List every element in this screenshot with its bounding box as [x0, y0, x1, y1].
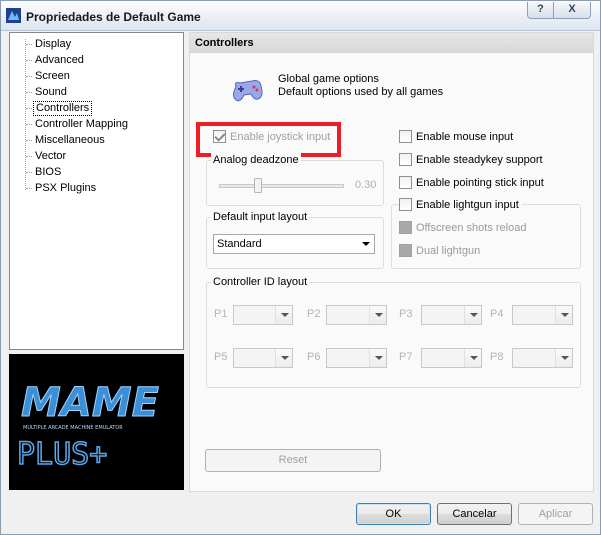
chevron-down-icon[interactable]	[369, 306, 386, 324]
deadzone-slider-thumb[interactable]	[254, 178, 262, 193]
deadzone-value: 0.30	[355, 179, 377, 191]
window-title: Propriedades de Default Game	[26, 10, 201, 24]
checkbox-box	[399, 198, 412, 211]
checkbox-label: Dual lightgun	[416, 245, 481, 257]
checkbox-box	[399, 221, 412, 234]
checkbox-label: Enable mouse input	[416, 131, 514, 143]
panel-title: Controllers	[190, 33, 593, 53]
checkbox-label: Enable joystick input	[230, 131, 331, 143]
tree-item-display[interactable]: Display	[33, 37, 73, 52]
tree-connector	[26, 140, 32, 141]
player-label-p4: P4	[490, 308, 504, 320]
tree-connector	[26, 92, 32, 93]
player-label-p5: P5	[214, 351, 228, 363]
mame-logo-graphic: MAME MULTIPLE ARCADE MACHINE EMULATOR PL…	[16, 380, 159, 473]
checkbox-box	[213, 130, 226, 143]
player-label-p2: P2	[307, 308, 321, 320]
properties-window: Propriedades de Default Game ? X Display…	[0, 0, 601, 535]
controller-id-layout-group: Controller ID layout	[206, 275, 581, 388]
enable-steadykey-checkbox[interactable]: Enable steadykey support	[399, 153, 543, 169]
cancel-button[interactable]: Cancelar	[437, 503, 512, 525]
player-label-p1: P1	[214, 308, 228, 320]
checkbox-box	[399, 244, 412, 257]
help-button[interactable]: ?	[527, 2, 554, 19]
logo-suffix: PLUS+	[17, 437, 107, 472]
enable-lightgun-checkbox[interactable]: Enable lightgun input	[399, 198, 522, 214]
p8-select[interactable]	[512, 348, 573, 368]
chevron-down-icon[interactable]	[555, 306, 572, 324]
title-bar: Propriedades de Default Game ? X	[1, 1, 600, 31]
info-line-2: Default options used by all games	[278, 86, 444, 98]
p1-select[interactable]	[233, 305, 293, 325]
player-label-p3: P3	[399, 308, 413, 320]
info-line-1: Global game options	[278, 73, 379, 85]
chevron-down-icon[interactable]	[275, 306, 292, 324]
chevron-down-icon[interactable]	[464, 349, 481, 367]
gamepad-icon	[233, 80, 263, 102]
enable-joystick-checkbox[interactable]: Enable joystick input	[213, 130, 330, 146]
close-button[interactable]: X	[553, 2, 591, 19]
logo-brand: MAME	[21, 380, 159, 426]
tree-item-psx-plugins[interactable]: PSX Plugins	[33, 181, 98, 196]
tree-item-bios[interactable]: BIOS	[33, 165, 63, 180]
p3-select[interactable]	[421, 305, 482, 325]
checkbox-box	[399, 130, 412, 143]
tree-connector	[26, 76, 32, 77]
p6-select[interactable]	[326, 348, 387, 368]
apply-button[interactable]: Aplicar	[518, 503, 593, 525]
p4-select[interactable]	[512, 305, 573, 325]
checkbox-box	[399, 153, 412, 166]
tree-connector	[26, 124, 32, 125]
tree-connector	[26, 44, 32, 45]
tree-item-vector[interactable]: Vector	[33, 149, 68, 164]
tree-item-advanced[interactable]: Advanced	[33, 53, 86, 68]
chevron-down-icon[interactable]	[464, 306, 481, 324]
player-label-p7: P7	[399, 351, 413, 363]
controller-id-layout-label: Controller ID layout	[211, 275, 310, 289]
chevron-down-icon[interactable]	[275, 349, 292, 367]
chevron-down-icon[interactable]	[555, 349, 572, 367]
tree-connector	[26, 156, 32, 157]
checkbox-label: Enable steadykey support	[416, 154, 543, 166]
player-label-p6: P6	[307, 351, 321, 363]
reset-button[interactable]: Reset	[205, 449, 381, 472]
tree-item-controllers[interactable]: Controllers	[33, 101, 93, 116]
tree-connector	[25, 39, 26, 190]
tree-connector	[26, 60, 32, 61]
input-layout-select[interactable]: Standard	[213, 234, 375, 254]
tree-connector	[26, 108, 32, 109]
p2-select[interactable]	[326, 305, 387, 325]
enable-mouse-checkbox[interactable]: Enable mouse input	[399, 130, 513, 146]
default-input-layout-label: Default input layout	[211, 210, 310, 224]
p5-select[interactable]	[233, 348, 293, 368]
tree-item-sound[interactable]: Sound	[33, 85, 69, 100]
enable-pointing-stick-checkbox[interactable]: Enable pointing stick input	[399, 176, 544, 192]
checkbox-label: Enable lightgun input	[416, 199, 519, 211]
tree-item-miscellaneous[interactable]: Miscellaneous	[33, 133, 107, 148]
tree-item-controller-mapping[interactable]: Controller Mapping	[33, 117, 130, 132]
checkbox-label: Enable pointing stick input	[416, 177, 544, 189]
analog-deadzone-label: Analog deadzone	[211, 153, 301, 167]
deadzone-slider-track[interactable]	[219, 184, 344, 188]
mame-plus-logo: MAME MULTIPLE ARCADE MACHINE EMULATOR PL…	[9, 354, 184, 490]
ok-button[interactable]: OK	[356, 503, 431, 525]
checkbox-box	[399, 176, 412, 189]
chevron-down-icon[interactable]	[357, 235, 374, 253]
input-layout-value: Standard	[217, 238, 262, 250]
tree-connector	[26, 172, 32, 173]
app-icon	[6, 8, 21, 23]
player-label-p8: P8	[490, 351, 504, 363]
chevron-down-icon[interactable]	[369, 349, 386, 367]
p7-select[interactable]	[421, 348, 482, 368]
tree-connector	[26, 188, 32, 189]
dual-lightgun-checkbox[interactable]: Dual lightgun	[399, 244, 480, 260]
checkbox-label: Offscreen shots reload	[416, 222, 527, 234]
logo-tagline: MULTIPLE ARCADE MACHINE EMULATOR	[23, 425, 123, 431]
offscreen-reload-checkbox[interactable]: Offscreen shots reload	[399, 221, 526, 237]
options-tree: Display Advanced Screen Sound Controller…	[9, 32, 184, 350]
tree-item-screen[interactable]: Screen	[33, 69, 72, 84]
